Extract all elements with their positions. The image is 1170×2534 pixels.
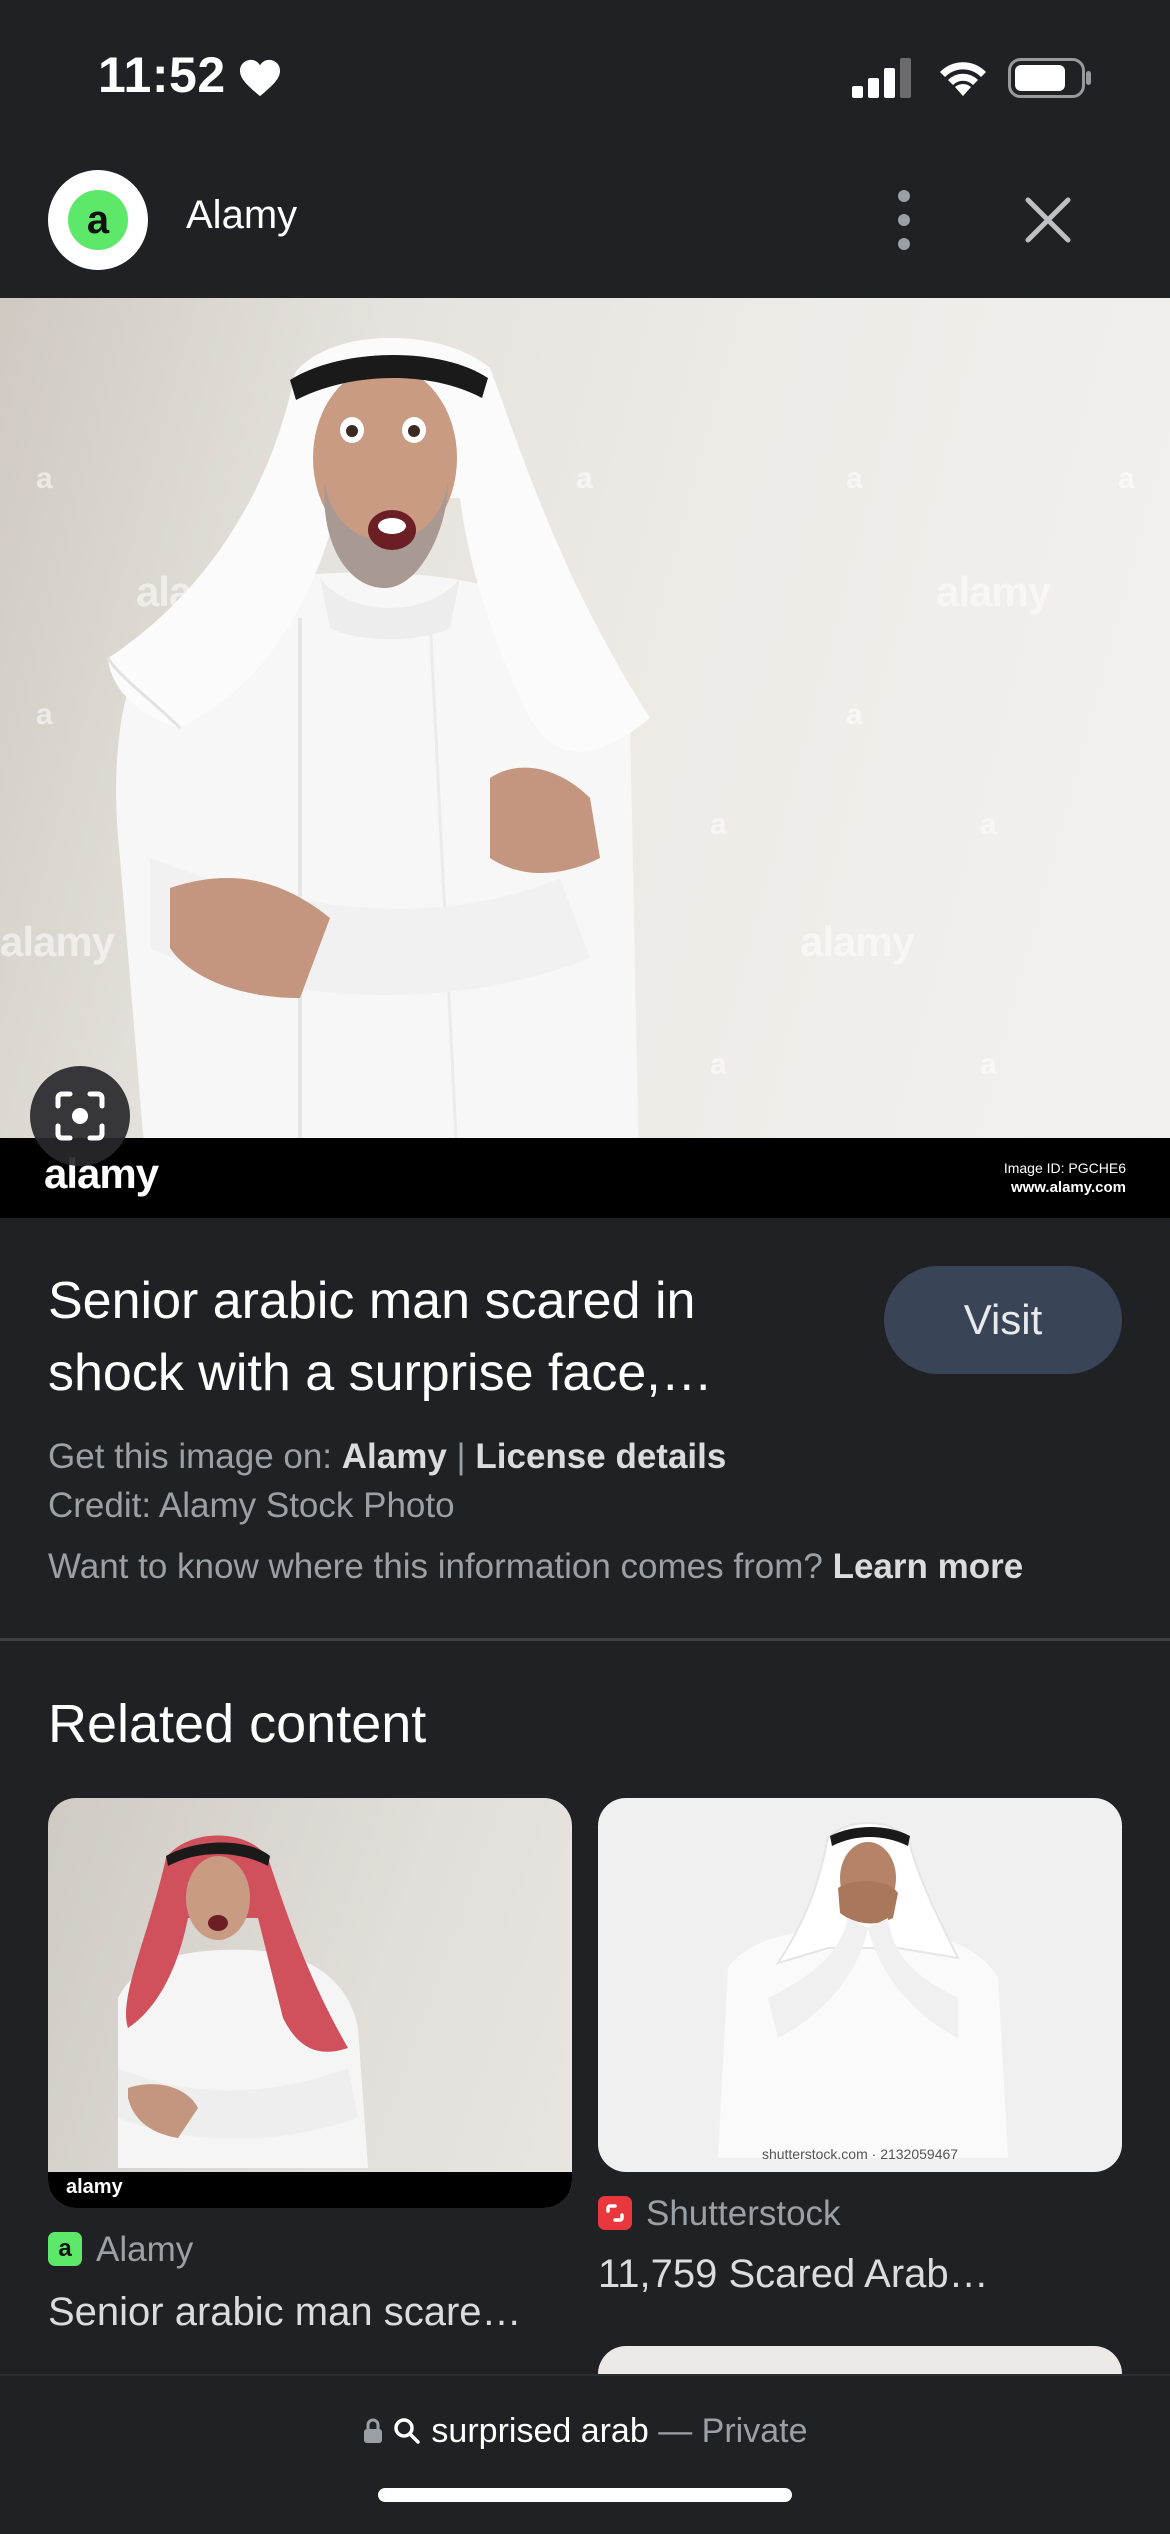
private-mode-label: — Private: [658, 2412, 808, 2450]
battery-icon: [1008, 58, 1091, 98]
related-card-image[interactable]: alamy: [48, 1798, 572, 2208]
license-details-link[interactable]: License details: [475, 1437, 726, 1476]
get-image-prefix: Get this image on:: [48, 1437, 342, 1476]
get-image-source-link[interactable]: Alamy: [342, 1437, 447, 1476]
home-indicator[interactable]: [378, 2488, 792, 2502]
thumbnail-caption: shutterstock.com · 2132059467: [761, 2146, 959, 2162]
man-in-thobe-figure: [106, 337, 650, 1218]
alamy-logo-icon: a: [68, 190, 128, 250]
preview-image[interactable]: alamy alamy alamy alamy a a a a a a a a …: [0, 298, 1170, 1218]
wifi-icon: [940, 62, 986, 96]
image-title: Senior arabic man scared in shock with a…: [48, 1272, 713, 1402]
site-name[interactable]: Alamy: [186, 193, 297, 238]
address-bar[interactable]: surprised arab — Private: [0, 2412, 1170, 2451]
separator: |: [446, 1437, 476, 1476]
credit-line: Credit: Alamy Stock Photo: [48, 1486, 455, 1525]
visit-button[interactable]: Visit: [884, 1266, 1122, 1374]
get-image-line: Get this image on: Alamy | License detai…: [48, 1437, 726, 1477]
source-header: [0, 150, 1170, 298]
search-icon: [394, 2418, 420, 2444]
shutterstock-glyph: [606, 2204, 624, 2222]
lock-icon: [363, 2418, 382, 2443]
thumbnail-brand-mark: alamy: [66, 2176, 123, 2198]
learn-more-link[interactable]: Learn more: [833, 1547, 1024, 1586]
man-covering-mouth-thumbnail: [718, 1822, 1008, 2158]
related-card-image[interactable]: shutterstock.com · 2132059467: [598, 1798, 1122, 2172]
card-title[interactable]: 11,759 Scared Arab…: [598, 2252, 1122, 2297]
section-divider: [0, 1638, 1170, 1641]
search-query: surprised arab: [431, 2412, 649, 2450]
card-source: Shutterstock: [646, 2194, 841, 2233]
image-site-url: www.alamy.com: [1010, 1179, 1126, 1196]
card-source: Alamy: [96, 2230, 194, 2269]
thumbnail-footer-bar: [48, 2172, 572, 2208]
shutterstock-favicon-icon: [598, 2196, 632, 2230]
alamy-favicon-icon: a: [48, 2232, 82, 2266]
more-options-icon[interactable]: [880, 180, 928, 260]
info-source-line: Want to know where this information come…: [48, 1547, 1023, 1587]
related-content-heading: Related content: [48, 1694, 427, 1754]
card-title[interactable]: Senior arabic man scare…: [48, 2290, 572, 2335]
man-in-keffiyeh-thumbnail: [118, 1835, 368, 2168]
status-time: 11:52: [98, 47, 226, 103]
image-id: Image ID: PGCHE6: [1003, 1160, 1126, 1176]
site-logo[interactable]: a: [48, 170, 148, 270]
close-icon[interactable]: [1016, 188, 1080, 252]
lens-icon: [55, 1091, 105, 1141]
google-lens-button[interactable]: [30, 1066, 130, 1166]
bottom-toolbar: [0, 2374, 1170, 2534]
image-credit-block: Image ID: PGCHE6 www.alamy.com: [1004, 1158, 1126, 1198]
heart-icon: [240, 59, 280, 97]
info-question: Want to know where this information come…: [48, 1547, 833, 1586]
image-footer-bar: [0, 1138, 1170, 1218]
cellular-signal-icon: [852, 58, 911, 98]
